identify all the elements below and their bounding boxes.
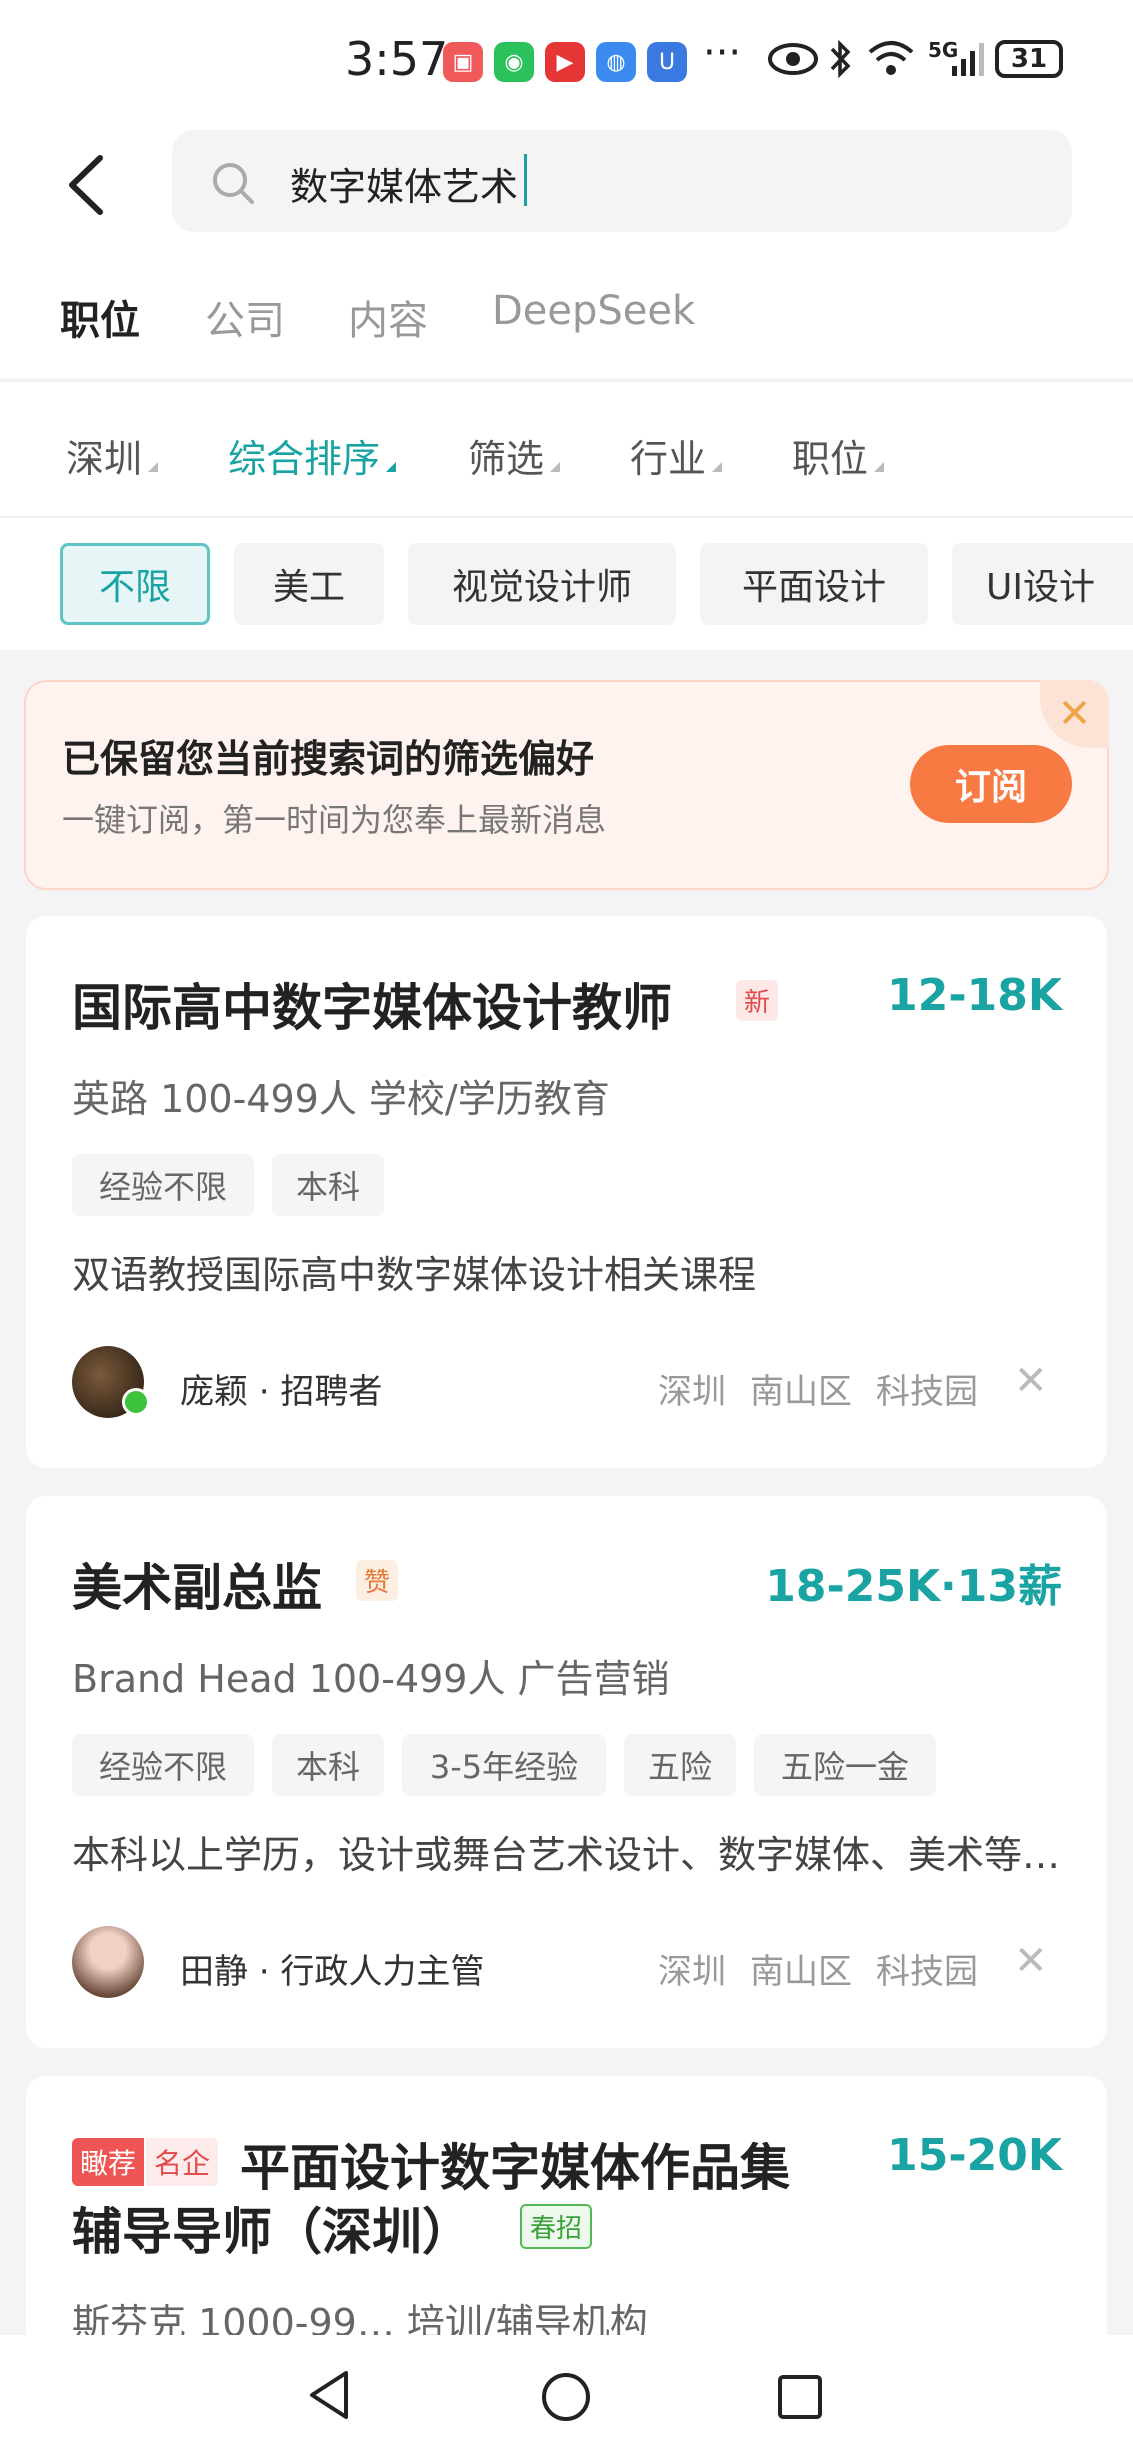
chip-unlimited[interactable]: 不限 [60,543,210,625]
filter-screen[interactable]: 筛选 [468,428,561,483]
more-notifications-icon: ··· [703,30,742,76]
job-tag: 本科 [272,1154,384,1216]
filter-industry[interactable]: 行业 [630,428,723,483]
famous-company-badge: 名企 [146,2138,219,2186]
recruiter-name: 庞颖 · 招聘者 [180,1372,383,1412]
filter-sort[interactable]: 综合排序 [228,428,397,483]
eye-icon [768,43,818,75]
like-badge: 赞 [356,1560,399,1601]
job-tag: 本科 [272,1734,384,1796]
filter-city[interactable]: 深圳 [66,428,159,483]
status-bar: 3:57 ▣ ◉ ▶ ◍ U ··· 5G 31 [0,0,1133,118]
job-tag: 经验不限 [72,1154,254,1216]
job-title: 美术副总监 [72,1559,322,1617]
chip-ui-design[interactable]: UI设计 [952,543,1133,625]
system-nav-bar [0,2335,1133,2453]
banner-title: 已保留您当前搜索词的筛选偏好 [62,737,595,781]
company-info: Brand Head 100-499人 广告营销 [72,1657,670,1701]
recruiter-name: 田静 · 行政人力主管 [180,1952,485,1992]
job-title: 国际高中数字媒体设计教师 [72,979,672,1037]
job-description: 双语教授国际高中数字媒体设计相关课程 [72,1253,757,1297]
dropdown-triangle-icon [550,462,561,472]
new-badge: 新 [736,980,779,1021]
text-caret [524,154,527,206]
bluetooth-icon [830,39,851,79]
filter-industry-label: 行业 [630,437,707,481]
tab-jobs[interactable]: 职位 [60,288,140,346]
app-notification-icon: ▣ [443,42,483,82]
online-status-dot [122,1388,150,1416]
spring-recruit-badge: 春招 [520,2204,593,2249]
filter-bar [0,382,1133,516]
recommend-badge: 瞰荐 [72,2138,145,2186]
dropdown-triangle-icon [874,462,885,472]
signal-icon [952,43,984,76]
subscribe-button[interactable]: 订阅 [910,745,1072,823]
back-triangle-icon[interactable] [306,2369,352,2421]
job-tag: 五险 [624,1734,736,1796]
filter-position[interactable]: 职位 [792,428,885,483]
job-tag: 3-5年经验 [402,1734,606,1796]
tab-company[interactable]: 公司 [205,288,285,346]
search-query[interactable]: 数字媒体艺术 [290,156,518,211]
dismiss-icon[interactable]: ✕ [1014,1358,1048,1404]
filter-sort-label: 综合排序 [228,437,381,481]
filter-screen-label: 筛选 [468,437,545,481]
recruiter-avatar [72,1926,144,1998]
wechat-icon: ◉ [494,42,534,82]
filter-position-label: 职位 [792,437,869,481]
job-title-line1: 平面设计数字媒体作品集 [240,2139,790,2197]
chip-visual-designer[interactable]: 视觉设计师 [408,543,676,625]
banner-subtitle: 一键订阅，第一时间为您奉上最新消息 [62,801,607,839]
job-salary: 12-18K [887,970,1062,1021]
job-tag: 经验不限 [72,1734,254,1796]
dropdown-triangle-icon [386,462,397,472]
battery-indicator: 31 [995,40,1063,78]
location-area: 科技园 [876,1952,978,1992]
dropdown-triangle-icon [148,462,159,472]
location-area: 科技园 [876,1372,978,1412]
home-circle-icon[interactable] [540,2371,592,2423]
tab-deepseek[interactable]: DeepSeek [492,288,695,334]
job-salary: 15-20K [887,2130,1062,2181]
search-icon [213,163,254,204]
shield-app-icon: U [647,42,687,82]
recents-square-icon[interactable] [776,2373,824,2421]
location-city: 深圳 [658,1372,726,1412]
status-time: 3:57 [345,32,449,86]
dismiss-icon[interactable]: ✕ [1014,1938,1048,1984]
chip-artist[interactable]: 美工 [234,543,384,625]
chip-graphic-design[interactable]: 平面设计 [700,543,928,625]
location-district: 南山区 [750,1952,852,1992]
job-salary: 18-25K·13薪 [765,1561,1062,1612]
job-description: 本科以上学历，设计或舞台艺术设计、数字媒体、美术等相关专业 [72,1833,1062,1877]
location-district: 南山区 [750,1372,852,1412]
video-app-icon: ▶ [545,42,585,82]
dropdown-triangle-icon [712,462,723,472]
company-info: 英路 100-499人 学校/学历教育 [72,1077,610,1121]
back-arrow-icon[interactable] [60,150,120,220]
job-tag: 五险一金 [754,1734,936,1796]
wifi-icon [868,41,914,75]
message-app-icon: ◍ [596,42,636,82]
job-title-line2: 辅导导师（深圳） [72,2203,472,2261]
location-city: 深圳 [658,1952,726,1992]
tab-content[interactable]: 内容 [348,288,428,346]
filter-city-label: 深圳 [66,437,143,481]
